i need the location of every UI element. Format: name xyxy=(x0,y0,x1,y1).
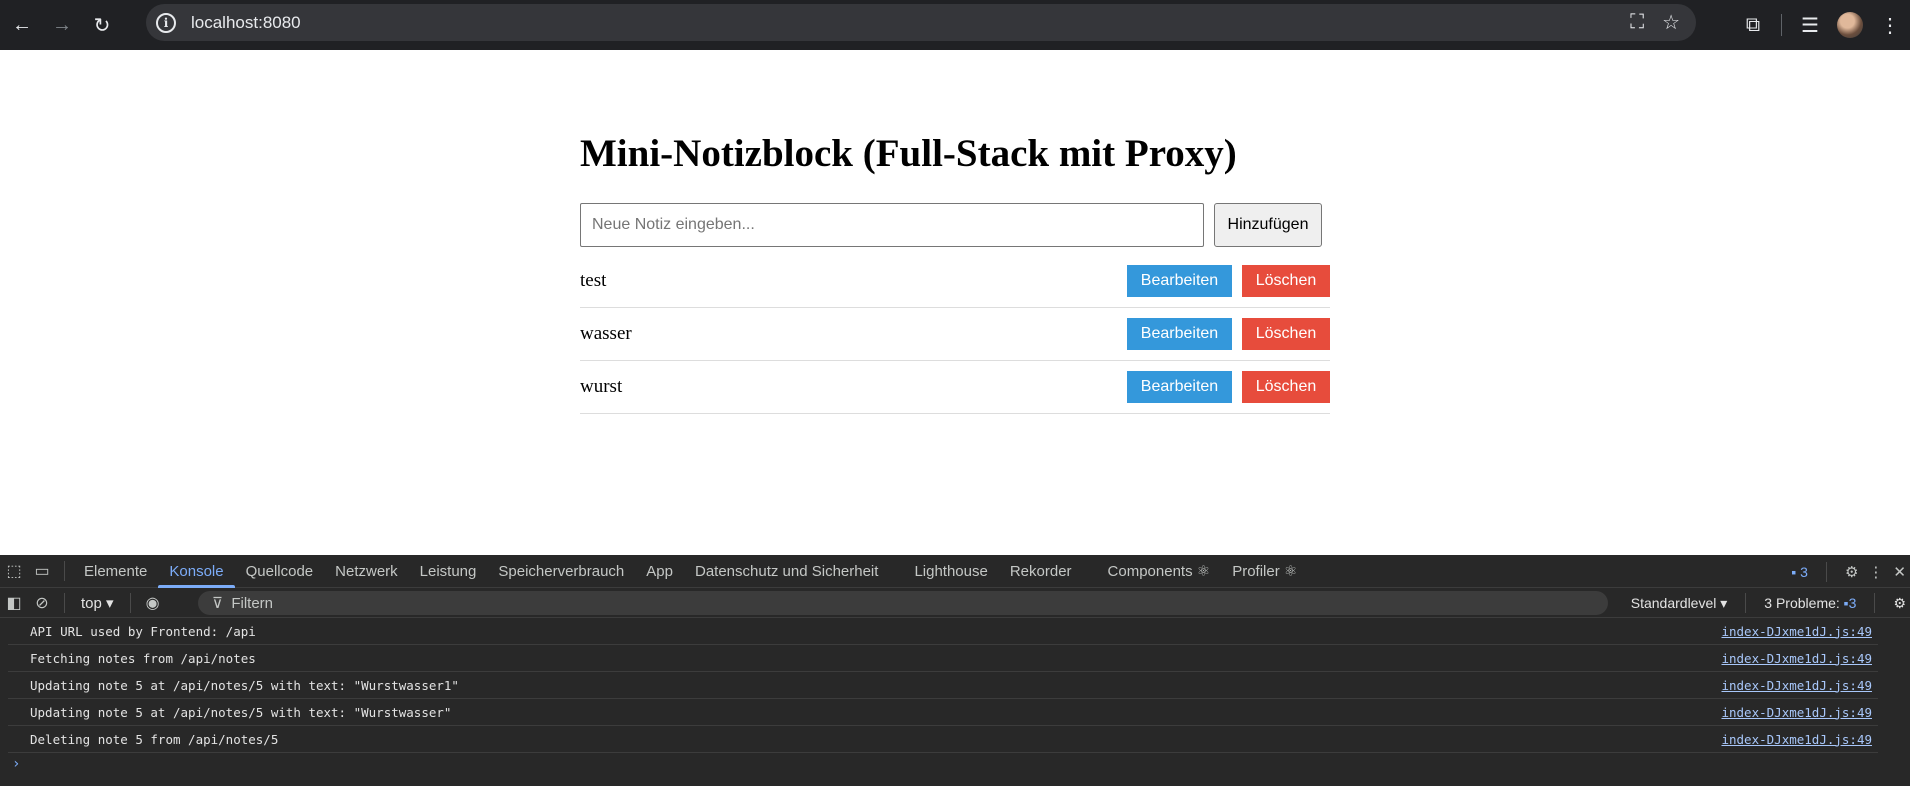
log-message: Updating note 5 at /api/notes/5 with tex… xyxy=(30,677,459,693)
add-note-form: Hinzufügen xyxy=(580,203,1330,247)
filter-input[interactable]: ⊽ Filtern xyxy=(198,591,1608,615)
tab-sources[interactable]: Quellcode xyxy=(235,555,325,588)
log-source-link[interactable]: index-DJxme1dJ.js:49 xyxy=(1721,624,1878,639)
note-text: test xyxy=(580,270,607,291)
add-button[interactable]: Hinzufügen xyxy=(1214,203,1322,247)
settings-gear-icon[interactable]: ⚙ xyxy=(1845,563,1858,581)
bookmark-star-icon[interactable]: ☆ xyxy=(1662,10,1680,35)
toolbar-divider xyxy=(64,592,65,613)
tab-memory[interactable]: Speicherverbrauch xyxy=(487,555,635,588)
profile-avatar[interactable] xyxy=(1830,12,1870,38)
menu-kebab-icon[interactable]: ⋮ xyxy=(1870,13,1910,38)
tab-lighthouse[interactable]: Lighthouse xyxy=(903,555,998,588)
problems-count: 3 xyxy=(1848,595,1857,611)
tab-console[interactable]: Konsole xyxy=(158,555,235,588)
edit-button[interactable]: Bearbeiten xyxy=(1127,265,1232,297)
tab-components[interactable]: Components ⚛ xyxy=(1097,555,1222,588)
console-toolbar: ◧ ⊘ top ▾ ◉ ⊽ Filtern Standardlevel ▾ 3 … xyxy=(0,588,1910,618)
log-level-label: Standardlevel xyxy=(1630,594,1717,611)
live-expression-eye-icon[interactable]: ◉ xyxy=(139,593,167,613)
console-log-row: Updating note 5 at /api/notes/5 with tex… xyxy=(8,672,1878,699)
delete-button[interactable]: Löschen xyxy=(1242,318,1330,350)
edit-button[interactable]: Bearbeiten xyxy=(1127,371,1232,403)
list-item: wurst Bearbeiten Löschen xyxy=(580,361,1330,414)
context-selector[interactable]: top ▾ xyxy=(73,594,122,612)
reload-icon[interactable]: ↻ xyxy=(82,5,122,45)
console-settings-gear-icon[interactable]: ⚙ xyxy=(1893,595,1906,612)
log-source-link[interactable]: index-DJxme1dJ.js:49 xyxy=(1721,651,1878,666)
log-message: API URL used by Frontend: /api xyxy=(30,623,256,639)
console-output: API URL used by Frontend: /api index-DJx… xyxy=(0,618,1910,775)
note-text: wurst xyxy=(580,376,623,397)
url-text[interactable]: localhost:8080 xyxy=(191,13,301,33)
log-source-link[interactable]: index-DJxme1dJ.js:49 xyxy=(1721,678,1878,693)
console-log-row: Fetching notes from /api/notes index-DJx… xyxy=(8,645,1878,672)
toolbar-divider xyxy=(129,592,131,613)
sidebar-toggle-icon[interactable]: ◧ xyxy=(0,593,28,613)
address-bar[interactable]: i localhost:8080 ⛶ ☆ xyxy=(146,4,1696,41)
avatar[interactable] xyxy=(1837,12,1863,38)
filter-icon: ⊽ xyxy=(212,595,223,612)
list-item: wasser Bearbeiten Löschen xyxy=(580,308,1330,361)
browser-toolbar: ← → ↻ i localhost:8080 ⛶ ☆ ⧉ ☰ ⋮ xyxy=(0,0,1910,50)
tab-privacy-security[interactable]: Datenschutz und Sicherheit xyxy=(684,555,889,588)
console-prompt[interactable]: › xyxy=(8,753,1910,775)
edit-button[interactable]: Bearbeiten xyxy=(1127,318,1232,350)
toolbar-divider xyxy=(1825,561,1827,582)
close-icon[interactable]: ✕ xyxy=(1893,563,1906,581)
console-log-row: API URL used by Frontend: /api index-DJx… xyxy=(8,618,1878,645)
issues-badge[interactable]: ▪ 3 xyxy=(1791,564,1808,580)
toolbar-divider xyxy=(64,561,65,581)
toolbar-divider xyxy=(1874,593,1876,613)
notes-list: test Bearbeiten Löschen wasser Bearbeite… xyxy=(580,255,1330,414)
console-log-row: Deleting note 5 from /api/notes/5 index-… xyxy=(8,726,1878,753)
log-message: Deleting note 5 from /api/notes/5 xyxy=(30,731,279,747)
forward-icon[interactable]: → xyxy=(42,5,82,45)
page-title: Mini-Notizblock (Full-Stack mit Proxy) xyxy=(580,132,1237,175)
log-source-link[interactable]: index-DJxme1dJ.js:49 xyxy=(1721,732,1878,747)
note-input[interactable] xyxy=(580,203,1204,247)
tab-recorder[interactable]: Rekorder xyxy=(999,555,1083,588)
tab-application[interactable]: App xyxy=(635,555,684,588)
devtools-panel: ⬚ ▭ Elemente Konsole Quellcode Netzwerk … xyxy=(0,555,1910,786)
log-message: Updating note 5 at /api/notes/5 with tex… xyxy=(30,704,452,720)
note-text: wasser xyxy=(580,323,632,344)
tab-elements[interactable]: Elemente xyxy=(73,555,158,588)
filter-placeholder: Filtern xyxy=(231,594,274,612)
list-item: test Bearbeiten Löschen xyxy=(580,255,1330,308)
page-viewport: Mini-Notizblock (Full-Stack mit Proxy) H… xyxy=(0,50,1910,555)
toolbar-divider xyxy=(1745,593,1747,613)
site-info-icon[interactable]: i xyxy=(156,12,176,33)
more-options-icon[interactable]: ⋮ xyxy=(1868,563,1883,581)
delete-button[interactable]: Löschen xyxy=(1242,371,1330,403)
notes-app: Mini-Notizblock (Full-Stack mit Proxy) H… xyxy=(580,128,1330,414)
log-level-dropdown[interactable]: Standardlevel ▾ xyxy=(1631,595,1728,612)
delete-button[interactable]: Löschen xyxy=(1242,265,1330,297)
log-message: Fetching notes from /api/notes xyxy=(30,650,256,666)
toolbar-divider xyxy=(1781,14,1782,36)
console-log-row: Updating note 5 at /api/notes/5 with tex… xyxy=(8,699,1878,726)
back-icon[interactable]: ← xyxy=(2,5,42,45)
tab-network[interactable]: Netzwerk xyxy=(324,555,409,588)
clear-console-icon[interactable]: ⊘ xyxy=(28,593,56,613)
tab-profiler[interactable]: Profiler ⚛ xyxy=(1221,555,1308,588)
problems-summary[interactable]: 3 Probleme: ▪3 xyxy=(1764,595,1856,611)
device-toolbar-icon[interactable]: ▭ xyxy=(28,561,56,581)
extensions-icon[interactable]: ⧉ xyxy=(1733,14,1773,37)
devtools-tabbar: ⬚ ▭ Elemente Konsole Quellcode Netzwerk … xyxy=(0,555,1910,588)
tab-performance[interactable]: Leistung xyxy=(409,555,488,588)
reading-list-icon[interactable]: ☰ xyxy=(1790,13,1830,38)
problems-badge: ▪3 xyxy=(1843,595,1857,611)
translate-icon[interactable]: ⛶ xyxy=(1630,11,1644,34)
issues-count: 3 xyxy=(1800,563,1808,580)
context-label: top xyxy=(81,594,102,612)
inspect-element-icon[interactable]: ⬚ xyxy=(0,561,28,581)
problems-label: 3 Probleme: xyxy=(1764,595,1840,611)
log-source-link[interactable]: index-DJxme1dJ.js:49 xyxy=(1721,705,1878,720)
